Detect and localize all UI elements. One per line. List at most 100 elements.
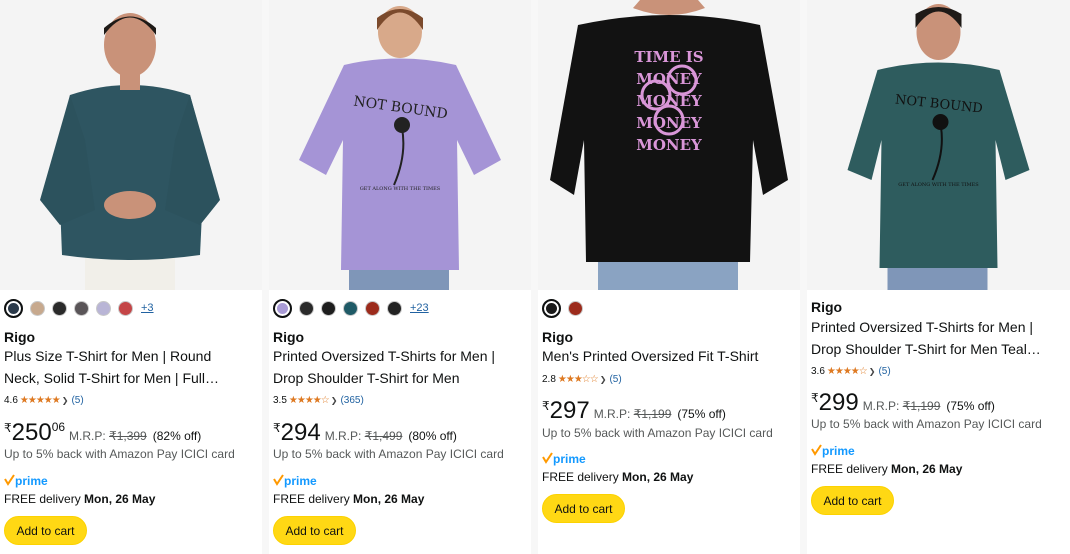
- rating-row: 4.6 ★★★★★ ❯ (5): [4, 393, 84, 407]
- mrp-label-text: M.R.P:: [862, 399, 900, 413]
- cashback-text: Up to 5% back with Amazon Pay ICICI card: [542, 426, 773, 440]
- color-swatch[interactable]: [299, 300, 314, 316]
- delivery-prefix: FREE delivery: [542, 470, 619, 484]
- price-row: ₹ 299 M.R.P: ₹1,199 (75% off): [811, 389, 995, 417]
- product-image[interactable]: NOT BOUND GET ALONG WITH THE TIMES: [269, 0, 531, 290]
- delivery-prefix: FREE delivery: [811, 462, 888, 476]
- color-swatch[interactable]: [321, 300, 336, 316]
- mrp-value: ₹1,199: [633, 407, 672, 421]
- rating-row: 3.5 ★★★★☆ ❯ (365): [273, 393, 364, 407]
- delivery-text: FREE delivery Mon, 26 May: [4, 492, 155, 506]
- mrp-label-text: M.R.P:: [593, 407, 631, 421]
- color-swatch[interactable]: [4, 298, 23, 318]
- delivery-date: Mon, 26 May: [891, 462, 963, 476]
- review-count-link[interactable]: (5): [878, 366, 890, 377]
- delivery-text: FREE delivery Mon, 26 May: [811, 462, 962, 476]
- discount-text: (75% off): [677, 407, 726, 421]
- color-swatch[interactable]: [96, 300, 111, 316]
- prime-icon: prime: [542, 452, 586, 466]
- more-colors-link[interactable]: +3: [141, 302, 154, 314]
- mrp-label-text: M.R.P:: [69, 429, 106, 443]
- product-image[interactable]: TIME IS MONEY MONEY MONEY MONEY: [538, 0, 800, 290]
- svg-text:TIME IS: TIME IS: [634, 48, 703, 66]
- color-swatch[interactable]: [387, 300, 402, 316]
- color-swatch[interactable]: [343, 300, 358, 316]
- rating-value: 3.6: [811, 365, 825, 377]
- product-photo-lavender-oversized: NOT BOUND GET ALONG WITH THE TIMES: [269, 0, 531, 290]
- mrp-label: M.R.P: ₹1,199: [863, 399, 941, 413]
- product-title[interactable]: Plus Size T-Shirt for Men | Round Neck, …: [4, 346, 256, 389]
- product-photo-teal-fullsleeve: [0, 0, 262, 290]
- product-title-line1[interactable]: Printed Oversized T-Shirts for Men |: [273, 346, 525, 368]
- add-to-cart-button[interactable]: Add to cart: [4, 516, 87, 545]
- star-icon[interactable]: ★★★★☆: [289, 395, 330, 406]
- product-photo-teal-oversized: NOT BOUND GET ALONG WITH THE TIMES: [807, 0, 1070, 290]
- delivery-text: FREE delivery Mon, 26 May: [542, 470, 693, 484]
- review-count-link[interactable]: (365): [340, 395, 363, 406]
- color-swatch[interactable]: [74, 300, 89, 316]
- add-to-cart-button[interactable]: Add to cart: [811, 486, 894, 515]
- rating-value: 2.8: [542, 373, 556, 385]
- card-separator: [531, 0, 538, 554]
- mrp-value: ₹1,399: [109, 429, 147, 443]
- prime-label: prime: [284, 474, 317, 488]
- product-title-line1[interactable]: Plus Size T-Shirt for Men | Round: [4, 346, 256, 368]
- review-count-link[interactable]: (5): [71, 395, 83, 406]
- color-swatches: [542, 298, 583, 318]
- color-swatch[interactable]: [30, 300, 45, 316]
- discount-text: (80% off): [408, 429, 457, 443]
- color-swatch[interactable]: [273, 298, 292, 318]
- chevron-down-icon[interactable]: ❯: [331, 396, 338, 405]
- star-icon[interactable]: ★★★☆☆: [558, 374, 599, 385]
- add-to-cart-button[interactable]: Add to cart: [273, 516, 356, 545]
- color-swatch[interactable]: [52, 300, 67, 316]
- brand-name: Rigo: [811, 299, 843, 315]
- color-swatch[interactable]: [542, 298, 561, 318]
- rating-row: 3.6 ★★★★☆ ❯ (5): [811, 364, 891, 378]
- product-card: TIME IS MONEY MONEY MONEY MONEY Rigo Men…: [538, 0, 800, 554]
- chevron-down-icon[interactable]: ❯: [869, 367, 876, 376]
- mrp-label-text: M.R.P:: [324, 429, 362, 443]
- brand-name: Rigo: [542, 329, 574, 345]
- add-to-cart-button[interactable]: Add to cart: [542, 494, 625, 523]
- product-title[interactable]: Men's Printed Oversized Fit T-Shirt: [542, 346, 794, 368]
- rating-value: 3.5: [273, 394, 287, 406]
- product-title-line2[interactable]: Drop Shoulder T-Shirt for Men Teal…: [811, 339, 1063, 361]
- rating-value: 4.6: [4, 394, 18, 406]
- price-whole[interactable]: 250: [12, 419, 52, 447]
- prime-label: prime: [553, 452, 586, 466]
- currency-symbol: ₹: [811, 391, 819, 405]
- delivery-prefix: FREE delivery: [4, 492, 81, 506]
- price-row: ₹ 297 M.R.P: ₹1,199 (75% off): [542, 397, 726, 425]
- delivery-date: Mon, 26 May: [353, 492, 425, 506]
- delivery-text: FREE delivery Mon, 26 May: [273, 492, 424, 506]
- product-title-line1[interactable]: Men's Printed Oversized Fit T-Shirt: [542, 346, 794, 368]
- star-icon[interactable]: ★★★★★: [20, 395, 61, 406]
- prime-label: prime: [15, 474, 48, 488]
- star-icon[interactable]: ★★★★☆: [827, 366, 868, 377]
- rating-row: 2.8 ★★★☆☆ ❯ (5): [542, 372, 622, 386]
- svg-text:GET ALONG WITH THE TIMES: GET ALONG WITH THE TIMES: [360, 186, 441, 192]
- delivery-prefix: FREE delivery: [273, 492, 350, 506]
- chevron-down-icon[interactable]: ❯: [600, 375, 607, 384]
- color-swatch[interactable]: [118, 300, 133, 316]
- product-image[interactable]: NOT BOUND GET ALONG WITH THE TIMES: [807, 0, 1070, 290]
- color-swatch[interactable]: [568, 300, 583, 316]
- price-whole[interactable]: 299: [819, 389, 859, 417]
- product-image[interactable]: [0, 0, 262, 290]
- chevron-down-icon[interactable]: ❯: [62, 396, 69, 405]
- delivery-date: Mon, 26 May: [622, 470, 694, 484]
- product-title-line2[interactable]: Neck, Solid T-Shirt for Men | Full…: [4, 368, 256, 390]
- color-swatch[interactable]: [365, 300, 380, 316]
- review-count-link[interactable]: (5): [609, 374, 621, 385]
- product-title-line1[interactable]: Printed Oversized T-Shirts for Men |: [811, 317, 1063, 339]
- prime-icon: prime: [4, 474, 48, 488]
- price-whole[interactable]: 294: [281, 419, 321, 447]
- cashback-text: Up to 5% back with Amazon Pay ICICI card: [273, 447, 504, 461]
- product-title[interactable]: Printed Oversized T-Shirts for Men | Dro…: [811, 317, 1063, 360]
- more-colors-link[interactable]: +23: [410, 302, 429, 314]
- product-title[interactable]: Printed Oversized T-Shirts for Men | Dro…: [273, 346, 525, 389]
- mrp-value: ₹1,199: [902, 399, 941, 413]
- product-title-line2[interactable]: Drop Shoulder T-Shirt for Men: [273, 368, 525, 390]
- price-whole[interactable]: 297: [550, 397, 590, 425]
